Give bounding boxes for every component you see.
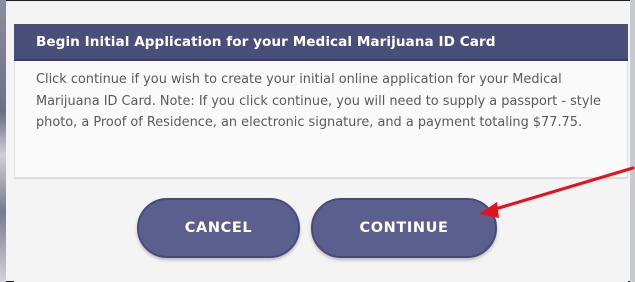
background-edge-right [630,0,635,282]
cancel-button-label: CANCEL [184,220,253,236]
dialog-header: Begin Initial Application for your Medic… [14,24,628,61]
dialog-message: Click continue if you wish to create you… [36,72,601,130]
cancel-button[interactable]: CANCEL [137,198,300,258]
dialog-body: Click continue if you wish to create you… [14,61,628,177]
dialog-title: Begin Initial Application for your Medic… [36,33,496,50]
background-edge-left [0,0,6,282]
continue-button[interactable]: CONTINUE [311,198,497,258]
continue-button-label: CONTINUE [359,220,449,236]
